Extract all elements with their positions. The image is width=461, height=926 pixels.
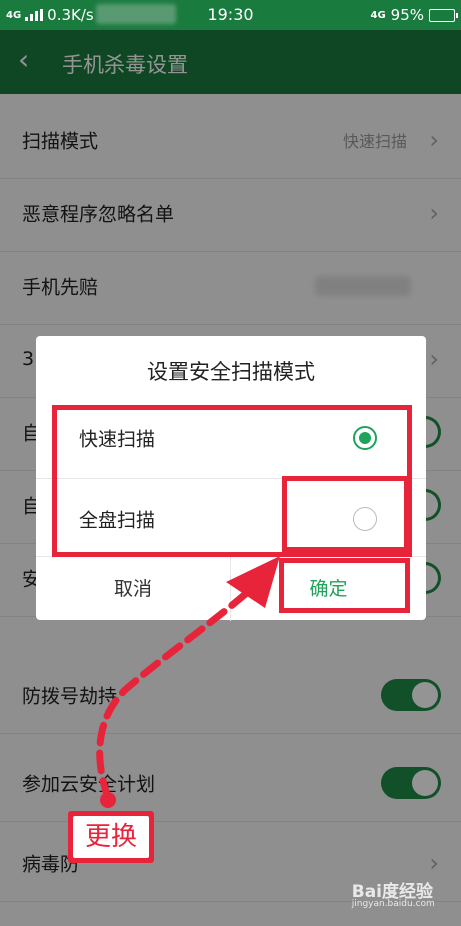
annotation-label: 更换 — [68, 811, 154, 863]
baidu-watermark: Bai度经验 jingyan.baidu.com — [352, 877, 435, 909]
dashed-arrow-icon — [96, 556, 280, 808]
watermark-url: jingyan.baidu.com — [351, 899, 435, 909]
annotation-text: 更换 — [73, 816, 149, 858]
